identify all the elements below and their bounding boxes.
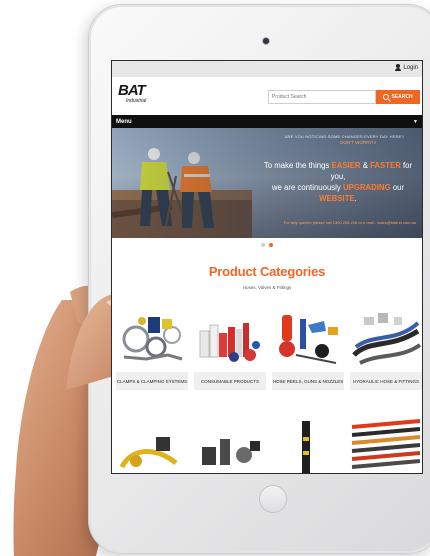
category-label: CONSUMABLE PRODUCTS xyxy=(194,372,266,390)
headline-highlight: WEBSITE xyxy=(319,194,355,203)
category-card[interactable]: HOSE REELS, GUNS & NOZZLES xyxy=(272,309,344,390)
headline-text: & xyxy=(360,161,371,170)
category-label: HYDRAULIC HOSE & FITTINGS xyxy=(350,372,422,390)
headline-text: we are continuously xyxy=(271,183,343,192)
category-label: CLAMPS & CLAMPING SYSTEMS xyxy=(116,372,188,390)
hose-reels-image xyxy=(279,315,338,364)
logo-mark: BAT xyxy=(118,82,146,99)
chevron-down-icon: ▼ xyxy=(413,118,418,125)
hero-question: ARE YOU NOTICING SOME CHANGES EVERY DAY … xyxy=(284,134,404,139)
home-button[interactable] xyxy=(259,485,287,513)
hero-headline: To make the things EASIER & FASTER for y… xyxy=(258,160,418,204)
search-button[interactable]: SEARCH xyxy=(376,90,420,104)
category-image-row2-3 xyxy=(302,421,310,473)
section-subtitle: Hoses, Valves & Fittings xyxy=(242,285,292,290)
camera-icon xyxy=(263,38,269,44)
category-label: HOSE REELS, GUNS & NOZZLES xyxy=(272,372,344,390)
menu-label: Menu xyxy=(116,118,132,125)
consumables-image xyxy=(199,323,260,362)
category-image-row2-2 xyxy=(202,439,260,465)
login-label: Login xyxy=(403,64,418,71)
product-search-input[interactable] xyxy=(268,90,376,104)
search-button-label: SEARCH xyxy=(391,94,413,100)
hero-banner[interactable]: ARE YOU NOTICING SOME CHANGES EVERY DAY … xyxy=(112,128,422,238)
carousel-indicators xyxy=(112,238,422,252)
carousel-dot-active[interactable] xyxy=(269,243,273,247)
headline-text: To make the things xyxy=(263,161,332,170)
category-card[interactable]: HYDRAULIC HOSE & FITTINGS xyxy=(350,309,422,390)
clamps-image xyxy=(122,317,183,361)
site-header: BAT Industrial SEARCH xyxy=(112,77,422,115)
menu-bar[interactable]: Menu ▼ xyxy=(112,115,422,128)
category-image-row2-4 xyxy=(351,419,421,469)
search-icon xyxy=(383,94,390,100)
hero-contact: For any queries please call 1300 228 228… xyxy=(283,220,416,225)
category-image-row2-1 xyxy=(119,437,178,469)
headline-text: our xyxy=(390,183,405,192)
headline-highlight: FASTER xyxy=(370,161,401,170)
headline-highlight: EASIER xyxy=(331,161,361,170)
category-card[interactable]: CLAMPS & CLAMPING SYSTEMS xyxy=(116,309,188,390)
headline-text: . xyxy=(354,194,357,203)
login-link[interactable]: Login xyxy=(395,64,418,71)
category-card[interactable]: CONSUMABLE PRODUCTS xyxy=(194,309,266,390)
user-icon xyxy=(395,64,402,71)
hydraulic-hose-image xyxy=(352,313,422,365)
hero-reassurance: DON'T WORRY!!! xyxy=(340,140,376,145)
site-logo[interactable]: BAT Industrial xyxy=(118,83,152,111)
top-bar: Login xyxy=(112,61,422,77)
section-title: Product Categories xyxy=(208,264,326,279)
headline-highlight: UPGRADING xyxy=(342,183,391,192)
tablet-screen: Login BAT Industrial SEARCH Menu ▼ xyxy=(111,60,423,474)
carousel-dot[interactable] xyxy=(261,243,265,247)
